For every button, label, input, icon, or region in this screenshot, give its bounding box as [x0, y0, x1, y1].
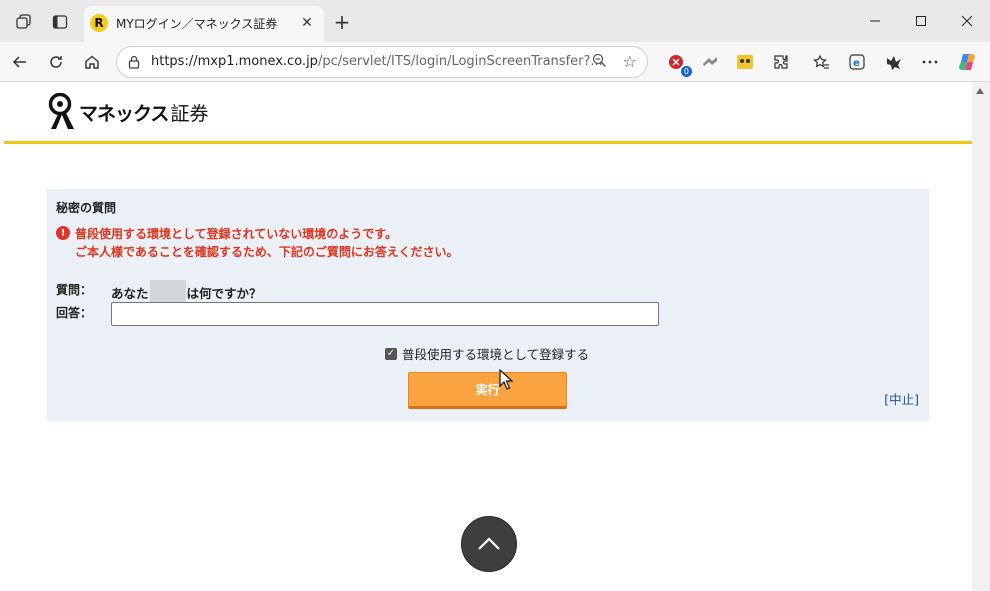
zoom-icon[interactable] [592, 53, 607, 72]
tab-title: MYログイン／マネックス証券 [116, 17, 278, 31]
extension-animal-icon[interactable] [882, 50, 906, 74]
tab-bar: R MYログイン／マネックス証券 ✕ + [0, 0, 990, 42]
url-host: https://mxp1.monex.co.jp [151, 54, 318, 69]
redacted-mask [149, 280, 186, 304]
scroll-up-arrow-icon[interactable] [976, 88, 984, 94]
question-text: あなた は何ですか？ [111, 280, 262, 304]
mouse-cursor-icon [499, 369, 513, 390]
maximize-icon[interactable] [907, 8, 935, 34]
browser-toolbar: https://mxp1.monex.co.jp/pc/servlet/ITS/… [0, 42, 990, 82]
back-icon[interactable] [8, 50, 32, 74]
active-tab[interactable]: R MYログイン／マネックス証券 ✕ [84, 6, 324, 42]
brand-name: マネックス [79, 102, 169, 125]
refresh-icon[interactable] [44, 50, 68, 74]
register-environment-checkbox[interactable]: ✓ [385, 347, 397, 360]
page-scrollbar[interactable] [972, 82, 990, 591]
extension-badge: 0 [680, 66, 692, 77]
warning-icon: ! [56, 226, 70, 240]
monex-logo-icon [48, 93, 74, 129]
address-bar[interactable]: https://mxp1.monex.co.jp/pc/servlet/ITS/… [116, 46, 648, 78]
minimize-icon[interactable] [861, 8, 889, 34]
settings-more-icon[interactable] [918, 50, 942, 74]
svg-text:e: e [853, 58, 860, 69]
window-close-icon[interactable] [953, 8, 981, 34]
submit-button[interactable]: 実行 [408, 372, 567, 409]
question-label: 質問： [56, 283, 93, 297]
extension-yellow-icon[interactable] [733, 50, 757, 74]
monex-favicon-icon: R [90, 14, 108, 32]
lock-icon[interactable] [125, 53, 143, 71]
warning-message-line1: 普段使用する環境として登録されていない環境のようです。 [75, 227, 398, 241]
brand-suffix: 証券 [170, 102, 209, 125]
checkbox-label[interactable]: 普段使用する環境として登録する [402, 344, 589, 363]
monex-logo[interactable]: マネックス 証券 [46, 92, 208, 132]
scroll-to-top-button[interactable] [461, 516, 517, 572]
url-path: /pc/servlet/ITS/login/LoginScreenTransfe… [317, 54, 603, 69]
warning-message-line2: ご本人様であることを確認するため、下記のご質問にお答えください。 [75, 245, 459, 259]
extension-red-icon[interactable]: 0 [664, 50, 692, 77]
question-suffix: は何ですか？ [186, 285, 262, 301]
extension-icon[interactable] [769, 50, 793, 74]
tab-actions-icon[interactable] [48, 10, 72, 34]
site-header: マネックス 証券 [4, 82, 972, 144]
extension-gray-icon[interactable] [698, 50, 722, 74]
collections-icon[interactable]: e [845, 50, 869, 74]
answer-input[interactable] [111, 302, 659, 326]
question-prefix: あなた [111, 285, 149, 301]
register-environment-checkbox-row[interactable]: ✓ 普段使用する環境として登録する [385, 344, 589, 363]
cancel-link[interactable]: [中止] [884, 389, 919, 408]
secret-question-panel: 秘密の質問 ! 普段使用する環境として登録されていない環境のようです。 ご本人様… [47, 189, 929, 421]
workspaces-icon[interactable] [12, 10, 36, 34]
new-tab-icon[interactable]: + [330, 10, 354, 34]
close-tab-icon[interactable]: ✕ [296, 12, 318, 34]
home-icon[interactable] [80, 50, 104, 74]
copilot-icon[interactable] [955, 50, 979, 74]
chevron-up-icon [478, 537, 500, 550]
panel-title: 秘密の質問 [56, 201, 117, 215]
favorites-icon[interactable] [809, 50, 833, 74]
favorite-star-icon[interactable]: ☆ [623, 52, 637, 71]
page-viewport: マネックス 証券 秘密の質問 ! 普段使用する環境として登録されていない環境のよ… [4, 82, 972, 591]
answer-label: 回答： [56, 306, 93, 320]
url-text: https://mxp1.monex.co.jp/pc/servlet/ITS/… [151, 54, 603, 69]
